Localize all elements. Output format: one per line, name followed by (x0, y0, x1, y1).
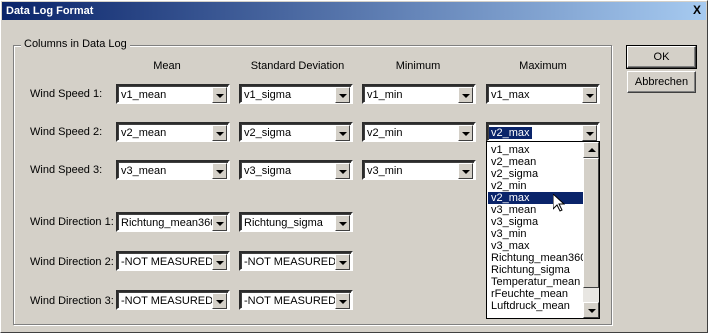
chevron-down-icon[interactable] (582, 125, 597, 141)
wd3-mean-combo[interactable]: -NOT MEASURED- (116, 290, 230, 310)
chevron-down-icon[interactable] (335, 293, 350, 309)
ws3-min-combo[interactable]: v3_min (362, 160, 476, 180)
list-item[interactable]: v2_min (488, 180, 583, 192)
wd2-mean-combo[interactable]: -NOT MEASURED- (116, 251, 230, 271)
ws3-mean-combo[interactable]: v3_mean (116, 160, 230, 180)
title-bar[interactable]: Data Log Format (2, 2, 706, 20)
ws1-sigma-combo[interactable]: v1_sigma (239, 84, 353, 104)
chevron-down-icon[interactable] (458, 125, 473, 141)
chevron-down-icon[interactable] (458, 163, 473, 179)
combo-value: v2_min (367, 127, 403, 139)
chevron-down-icon[interactable] (212, 87, 227, 103)
chevron-down-icon[interactable] (212, 254, 227, 270)
chevron-down-icon[interactable] (582, 87, 597, 103)
chevron-down-icon[interactable] (335, 254, 350, 270)
combo-value: v2_mean (121, 127, 167, 139)
chevron-down-icon[interactable] (212, 163, 227, 179)
chevron-down-icon[interactable] (335, 215, 350, 231)
chevron-down-icon[interactable] (335, 163, 350, 179)
ws1-mean-combo[interactable]: v1_mean (116, 84, 230, 104)
mouse-cursor-icon (553, 194, 565, 212)
scroll-down-icon[interactable] (583, 302, 599, 318)
col-header-std: Standard Deviation (250, 60, 345, 72)
ws1-max-combo[interactable]: v1_max (486, 84, 600, 104)
combo-value: v2_max (489, 126, 532, 140)
row-label-wind-direction-1: Wind Direction 1: (30, 216, 114, 228)
list-item[interactable]: rFeuchte_mean (488, 288, 583, 300)
chevron-down-icon[interactable] (212, 293, 227, 309)
max-dropdown-list[interactable]: v1_max v2_mean v2_sigma v2_min v2_max v3… (486, 141, 600, 319)
combo-value: v3_sigma (244, 165, 292, 177)
selected-value: v2_max (489, 127, 532, 139)
ok-button[interactable]: OK (626, 45, 697, 69)
list-item[interactable]: v3_mean (488, 204, 583, 216)
list-item[interactable]: v1_max (488, 144, 583, 156)
combo-value: Richtung_sigma (244, 217, 323, 229)
wd2-sigma-combo[interactable]: -NOT MEASURED- (239, 251, 353, 271)
combo-value: -NOT MEASURED- (121, 256, 217, 268)
ws1-min-combo[interactable]: v1_min (362, 84, 476, 104)
list-item[interactable]: Luftdruck_mean (488, 300, 583, 312)
list-item[interactable]: v3_min (488, 228, 583, 240)
list-item[interactable]: v2_mean (488, 156, 583, 168)
chevron-down-icon[interactable] (458, 87, 473, 103)
combo-value: v1_sigma (244, 89, 292, 101)
col-header-mean: Mean (153, 60, 181, 72)
list-item[interactable]: v2_sigma (488, 168, 583, 180)
list-item[interactable]: Richtung_mean360 (488, 252, 586, 264)
group-label: Columns in Data Log (21, 38, 130, 50)
ws2-max-combo[interactable]: v2_max (486, 122, 600, 142)
cancel-button[interactable]: Abbrechen (627, 71, 696, 93)
combo-value: v1_min (367, 89, 403, 101)
wd1-sigma-combo[interactable]: Richtung_sigma (239, 212, 353, 232)
list-item[interactable]: v3_max (488, 240, 583, 252)
ws3-sigma-combo[interactable]: v3_sigma (239, 160, 353, 180)
combo-value: v2_sigma (244, 127, 292, 139)
list-item[interactable]: v3_sigma (488, 216, 583, 228)
combo-value: -NOT MEASURED- (121, 295, 217, 307)
combo-value: v3_mean (121, 165, 167, 177)
scroll-thumb[interactable] (583, 158, 599, 288)
chevron-down-icon[interactable] (212, 215, 227, 231)
chevron-down-icon[interactable] (212, 125, 227, 141)
col-header-max: Maximum (519, 60, 567, 72)
chevron-down-icon[interactable] (335, 87, 350, 103)
combo-value: -NOT MEASURED- (244, 295, 340, 307)
list-item-selected[interactable]: v2_max (488, 192, 583, 204)
list-item[interactable]: Richtung_sigma (488, 264, 583, 276)
row-label-wind-speed-1: Wind Speed 1: (30, 88, 103, 100)
combo-value: v1_max (491, 89, 530, 101)
scroll-up-icon[interactable] (583, 142, 599, 158)
row-label-wind-direction-3: Wind Direction 3: (30, 295, 114, 307)
row-label-wind-direction-2: Wind Direction 2: (30, 256, 114, 268)
row-label-wind-speed-3: Wind Speed 3: (30, 164, 103, 176)
chevron-down-icon[interactable] (335, 125, 350, 141)
wd1-mean-combo[interactable]: Richtung_mean360 (116, 212, 230, 232)
ws2-sigma-combo[interactable]: v2_sigma (239, 122, 353, 142)
ws2-mean-combo[interactable]: v2_mean (116, 122, 230, 142)
combo-value: -NOT MEASURED- (244, 256, 340, 268)
combo-value: v1_mean (121, 89, 167, 101)
wd3-sigma-combo[interactable]: -NOT MEASURED- (239, 290, 353, 310)
combo-value: v3_min (367, 165, 403, 177)
close-icon[interactable]: X (693, 2, 707, 18)
ws2-min-combo[interactable]: v2_min (362, 122, 476, 142)
combo-value: Richtung_mean360 (121, 217, 217, 229)
window-title: Data Log Format (6, 5, 94, 17)
dropdown-scrollbar[interactable] (583, 142, 599, 318)
row-label-wind-speed-2: Wind Speed 2: (30, 126, 103, 138)
col-header-min: Minimum (395, 60, 441, 72)
list-item[interactable]: Temperatur_mean (488, 276, 583, 288)
